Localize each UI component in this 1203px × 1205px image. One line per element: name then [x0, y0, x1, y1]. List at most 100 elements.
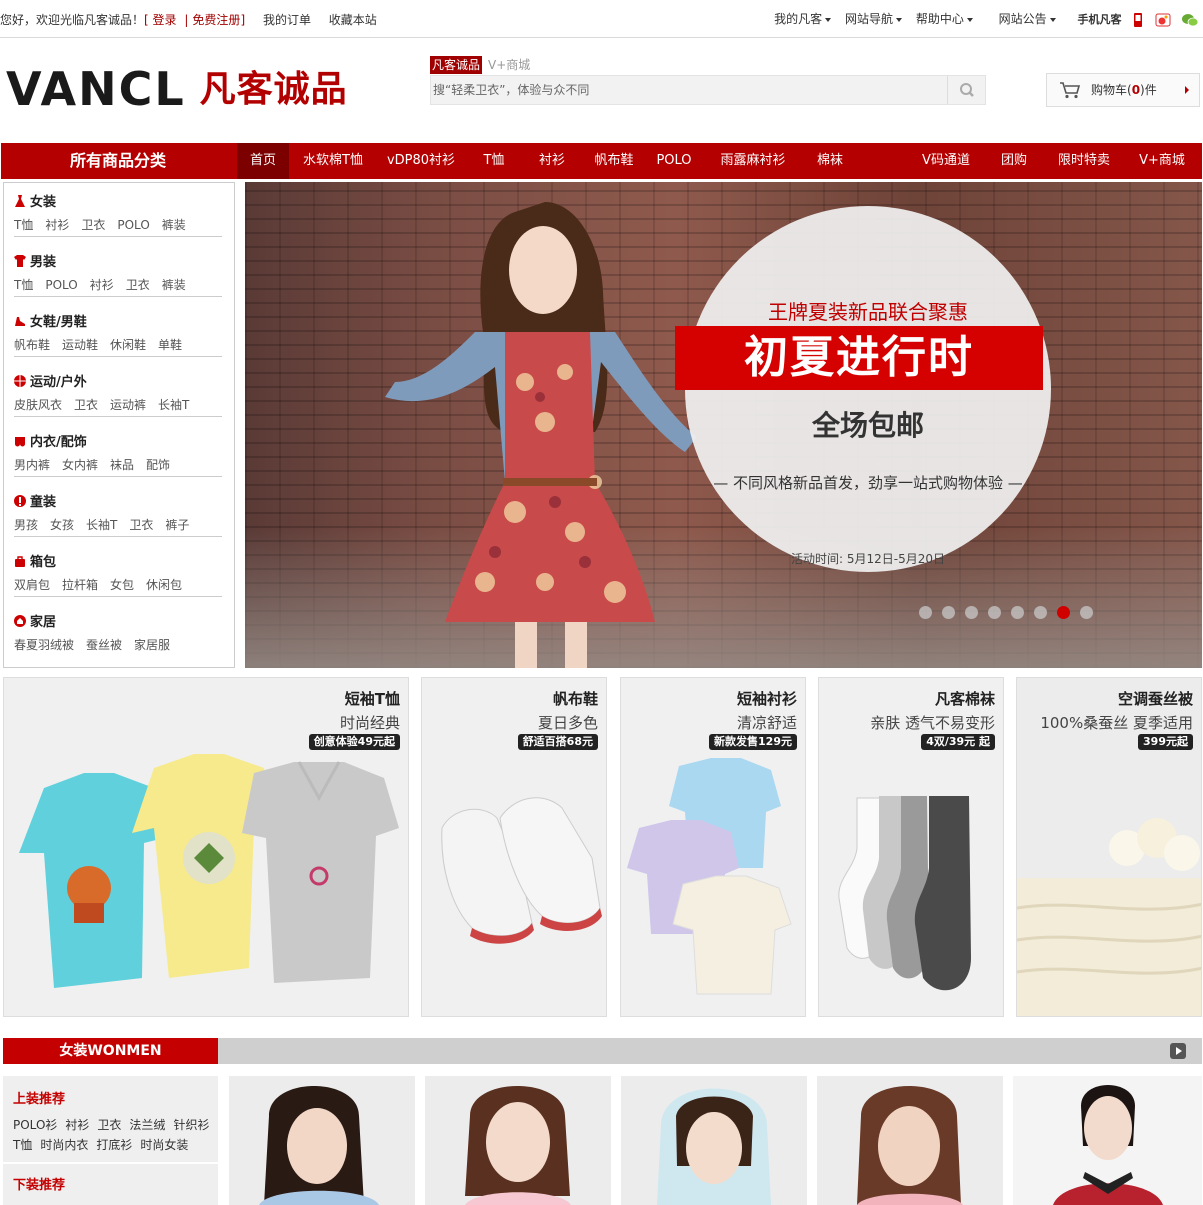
nav-item-vdp80[interactable]: vDP80衬衫: [381, 143, 461, 179]
category-link[interactable]: T恤: [14, 278, 33, 292]
site-nav-menu[interactable]: 网站导航: [845, 12, 902, 26]
category-link[interactable]: 配饰: [146, 458, 170, 472]
nav-item-vplus[interactable]: V+商城: [1129, 143, 1195, 179]
category-link[interactable]: 裤装: [162, 278, 186, 292]
login-link[interactable]: 登录: [153, 13, 177, 27]
category-link[interactable]: 休闲包: [146, 578, 182, 592]
carousel-dot[interactable]: [919, 606, 932, 619]
play-icon[interactable]: [1170, 1043, 1186, 1059]
women-model-card[interactable]: [229, 1076, 415, 1205]
carousel-dot[interactable]: [1080, 606, 1093, 619]
category-title[interactable]: 童装: [14, 493, 222, 513]
bottoms-title[interactable]: 下装推荐: [13, 1174, 65, 1193]
announce-menu[interactable]: 网站公告: [999, 12, 1056, 26]
mobile-vancl-link[interactable]: 手机凡客: [1078, 13, 1122, 26]
category-link[interactable]: 衬衫: [90, 278, 114, 292]
category-title[interactable]: 家居: [14, 613, 222, 633]
hero-banner[interactable]: 王牌夏装新品联合聚惠 初夏进行时 全场包邮 — 不同风格新品首发，劲享一站式购物…: [245, 182, 1202, 668]
category-link[interactable]: 男内裤: [14, 458, 50, 472]
category-link[interactable]: 裤子: [165, 518, 189, 532]
tops-link[interactable]: 法兰绒: [129, 1118, 165, 1132]
women-section-label[interactable]: 女装WONMEN: [3, 1038, 218, 1064]
women-model-card[interactable]: [1013, 1076, 1202, 1205]
tops-link[interactable]: POLO衫: [13, 1118, 57, 1132]
category-link[interactable]: 卫衣: [74, 398, 98, 412]
category-link[interactable]: 拉杆箱: [62, 578, 98, 592]
nav-item-canvas-shoes[interactable]: 帆布鞋: [585, 143, 643, 179]
category-link[interactable]: 裤装: [162, 218, 186, 232]
product-tile-silk-quilt[interactable]: 空调蚕丝被 100%桑蚕丝 夏季适用 399元起: [1016, 677, 1202, 1017]
nav-item-group-buy[interactable]: 团购: [991, 143, 1037, 179]
category-link[interactable]: 长袖T: [86, 518, 117, 532]
carousel-dot[interactable]: [965, 606, 978, 619]
nav-item-tshirt[interactable]: T恤: [471, 143, 517, 179]
category-link[interactable]: 长袖T: [158, 398, 189, 412]
tops-link[interactable]: 时尚女装: [140, 1138, 188, 1152]
product-tile-tshirt[interactable]: 短袖T恤 时尚经典 创意体验49元起: [3, 677, 409, 1017]
category-link[interactable]: 双肩包: [14, 578, 50, 592]
my-vancl-menu[interactable]: 我的凡客: [774, 12, 832, 26]
tops-link[interactable]: 打底衫: [96, 1138, 132, 1152]
tab-vplus[interactable]: V+商城: [486, 56, 532, 74]
category-link[interactable]: 春夏羽绒被: [14, 638, 74, 652]
category-link[interactable]: T恤: [14, 218, 33, 232]
category-link[interactable]: 帆布鞋: [14, 338, 50, 352]
tops-link[interactable]: 针织衫: [173, 1118, 209, 1132]
nav-item-polo[interactable]: POLO: [651, 143, 697, 179]
product-tile-short-shirt[interactable]: 短袖衬衫 清凉舒适 新款发售129元: [620, 677, 806, 1017]
category-link[interactable]: 运动裤: [110, 398, 146, 412]
all-categories-button[interactable]: 所有商品分类: [1, 143, 235, 179]
category-title[interactable]: 女鞋/男鞋: [14, 313, 222, 333]
category-title[interactable]: 男装: [14, 253, 222, 273]
nav-item-vcode[interactable]: V码通道: [913, 143, 979, 179]
women-model-card[interactable]: [621, 1076, 807, 1205]
category-link[interactable]: 卫衣: [129, 518, 153, 532]
search-button[interactable]: [947, 76, 985, 104]
tops-link[interactable]: T恤: [13, 1138, 32, 1152]
search-input[interactable]: [431, 76, 941, 104]
women-model-card[interactable]: [817, 1076, 1003, 1205]
carousel-dot[interactable]: [1011, 606, 1024, 619]
category-link[interactable]: 袜品: [110, 458, 134, 472]
carousel-dot[interactable]: [988, 606, 1001, 619]
category-link[interactable]: 卫衣: [81, 218, 105, 232]
weibo-icon[interactable]: [1155, 12, 1171, 28]
category-link[interactable]: 女包: [110, 578, 134, 592]
category-link[interactable]: 男孩: [14, 518, 38, 532]
product-tile-socks[interactable]: 凡客棉袜 亲肤 透气不易变形 4双/39元 起: [818, 677, 1004, 1017]
tops-link[interactable]: 时尚内衣: [40, 1138, 88, 1152]
category-link[interactable]: 衬衫: [45, 218, 69, 232]
mobile-phone-icon[interactable]: [1131, 12, 1145, 28]
tops-title[interactable]: 上装推荐: [13, 1088, 65, 1107]
cart-button[interactable]: 购物车(0)件: [1046, 73, 1200, 107]
site-logo[interactable]: VANCL 凡客诚品: [6, 66, 348, 112]
nav-item-linen-shirt[interactable]: 雨露麻衬衫: [711, 143, 795, 179]
category-link[interactable]: 运动鞋: [62, 338, 98, 352]
wechat-icon[interactable]: [1181, 12, 1199, 28]
category-link[interactable]: 单鞋: [158, 338, 182, 352]
category-link[interactable]: 卫衣: [126, 278, 150, 292]
help-menu[interactable]: 帮助中心: [916, 12, 973, 26]
nav-item-shirt[interactable]: 衬衫: [529, 143, 575, 179]
category-title[interactable]: 运动/户外: [14, 373, 222, 393]
category-link[interactable]: 女孩: [50, 518, 74, 532]
product-tile-canvas-shoes[interactable]: 帆布鞋 夏日多色 舒适百搭68元: [421, 677, 607, 1017]
category-link[interactable]: POLO: [117, 218, 149, 232]
category-link[interactable]: POLO: [45, 278, 77, 292]
women-model-card[interactable]: [425, 1076, 611, 1205]
category-link[interactable]: 女内裤: [62, 458, 98, 472]
category-link[interactable]: 蚕丝被: [86, 638, 122, 652]
category-link[interactable]: 休闲鞋: [110, 338, 146, 352]
tops-link[interactable]: 衬衫: [65, 1118, 89, 1132]
tab-vancl[interactable]: 凡客诚品: [430, 56, 483, 74]
tops-link[interactable]: 卫衣: [97, 1118, 121, 1132]
bookmark-link[interactable]: 收藏本站: [329, 13, 377, 27]
nav-item-socks[interactable]: 棉袜: [807, 143, 853, 179]
category-link[interactable]: 家居服: [134, 638, 170, 652]
register-link[interactable]: 免费注册: [192, 13, 240, 27]
category-title[interactable]: 内衣/配饰: [14, 433, 222, 453]
nav-item-home[interactable]: 首页: [237, 143, 289, 179]
nav-item-tee-soft[interactable]: 水软棉T恤: [293, 143, 373, 179]
category-link[interactable]: 皮肤风衣: [14, 398, 62, 412]
carousel-dot-active[interactable]: [1057, 606, 1070, 619]
